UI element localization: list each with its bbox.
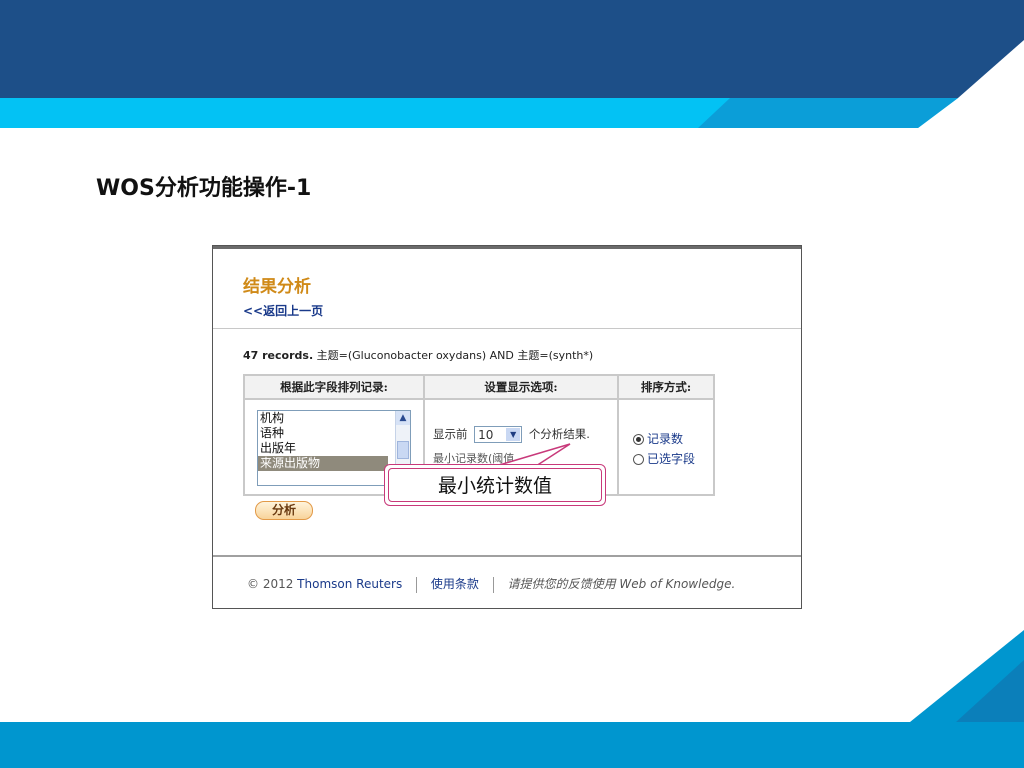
- callout-label: 最小统计数值: [388, 468, 602, 502]
- callout-pointer: [495, 443, 571, 467]
